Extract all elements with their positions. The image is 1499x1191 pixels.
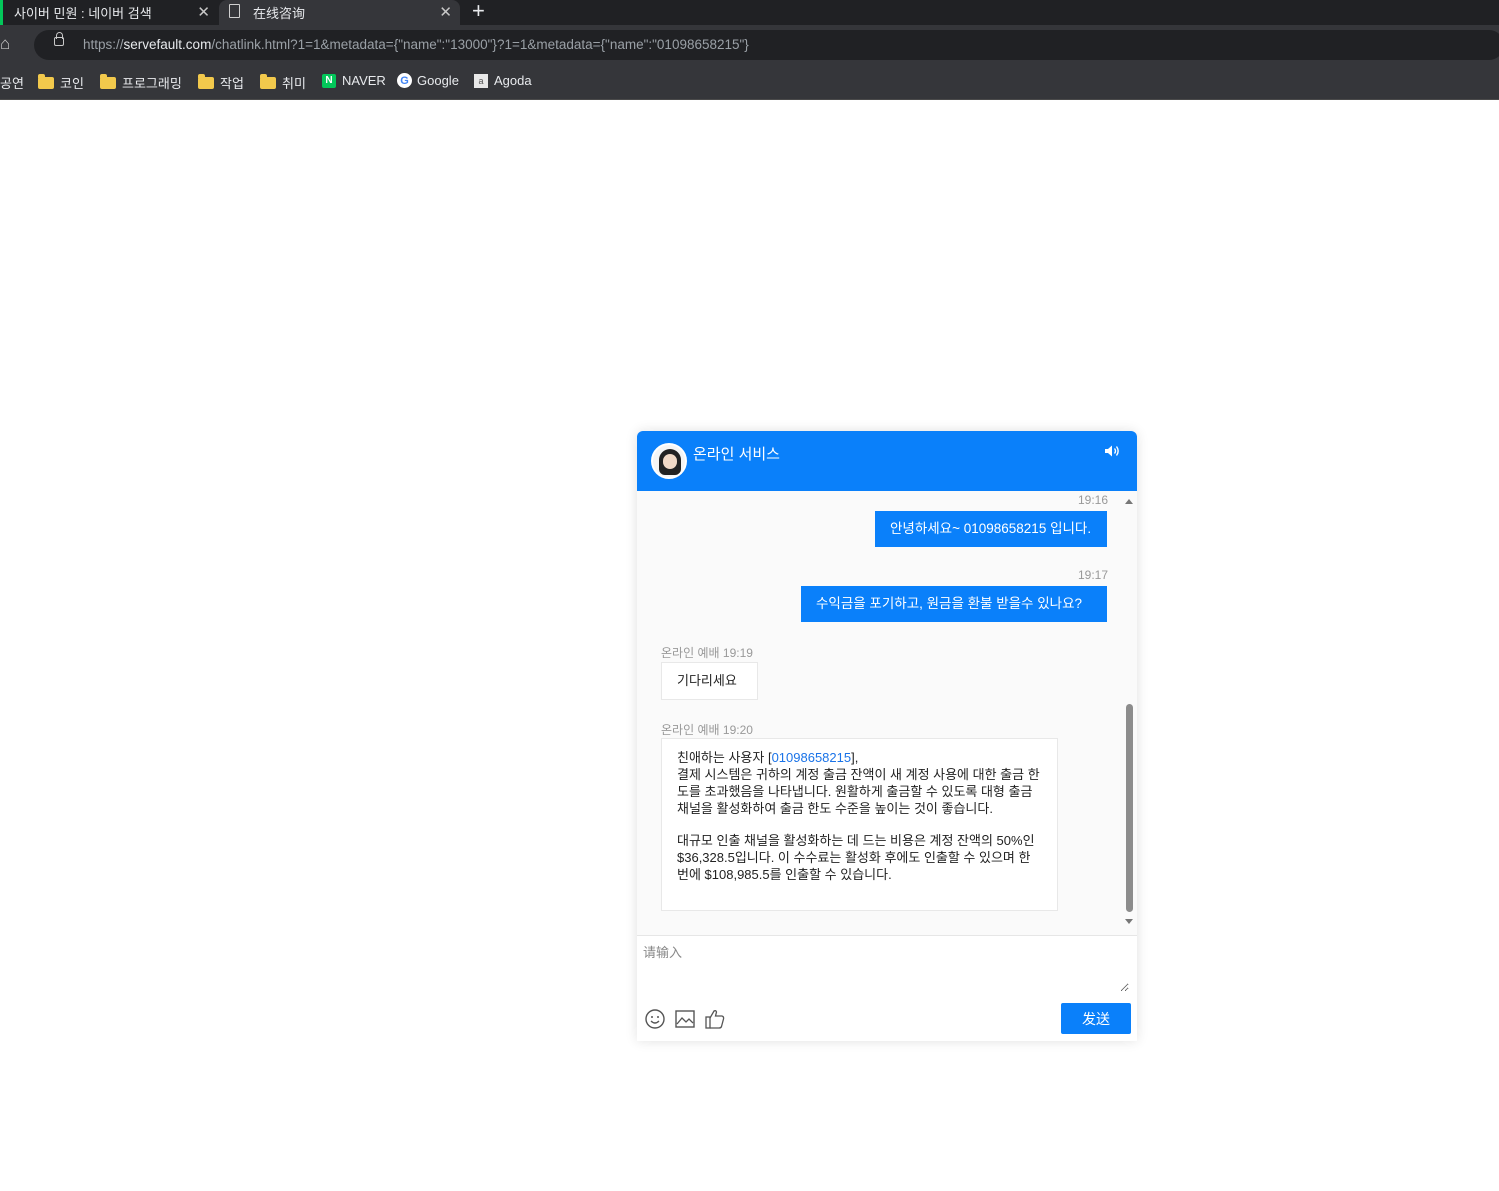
chat-widget: 온라인 서비스 19:16 안녕하세요~ 01098658215 입니다. 19… — [637, 431, 1137, 1041]
tab-online-consult[interactable]: 在线咨询 ✕ — [219, 0, 460, 25]
message-time: 19:16 — [1078, 493, 1109, 507]
bookmark-coin[interactable]: 코인 — [38, 73, 84, 92]
message-input[interactable] — [643, 942, 1129, 992]
message-time: 19:20 — [722, 723, 753, 737]
greeting-line: 친애하는 사용자 [01098658215], — [677, 750, 859, 765]
outgoing-message: 수익금을 포기하고, 원금을 환불 받을수 있나요? — [801, 586, 1107, 622]
folder-icon — [260, 73, 276, 89]
chat-header: 온라인 서비스 — [637, 431, 1137, 491]
speaker-icon[interactable] — [1104, 444, 1121, 458]
bookmark-work[interactable]: 작업 — [198, 73, 244, 92]
bookmark-agoda[interactable]: a Agoda — [474, 73, 532, 88]
bookmark-programming[interactable]: 프로그래밍 — [100, 73, 182, 92]
bookmark-performance[interactable]: 공연 — [0, 73, 24, 92]
scrollbar-thumb[interactable] — [1126, 704, 1133, 912]
url-text[interactable]: https://servefault.com/chatlink.html?1=1… — [83, 37, 749, 52]
message-time: 19:19 — [722, 646, 753, 660]
bookmark-naver[interactable]: N NAVER — [322, 73, 386, 88]
lock-icon[interactable] — [54, 32, 64, 46]
close-icon[interactable]: ✕ — [197, 3, 210, 21]
message-composer: 发送 — [637, 935, 1137, 1041]
folder-icon — [38, 73, 54, 89]
browser-tab-strip: 사이버 민원 : 네이버 검색 ✕ 在线咨询 ✕ + — [0, 0, 1499, 25]
page-icon — [229, 4, 240, 18]
sender-name: 온라인 예배 — [661, 646, 720, 660]
folder-icon — [198, 73, 214, 89]
sender-name: 온라인 예배 — [661, 723, 720, 737]
scroll-down-arrow[interactable] — [1125, 919, 1133, 924]
browser-toolbar: ⌂ https://servefault.com/chatlink.html?1… — [0, 25, 1499, 65]
tab-title: 사이버 민원 : 네이버 검색 — [14, 6, 152, 21]
bookmark-google[interactable]: G Google — [397, 73, 459, 88]
incoming-message: 친애하는 사용자 [01098658215], 결제 시스템은 귀하의 계정 출… — [661, 738, 1058, 911]
message-time: 19:17 — [1078, 568, 1109, 582]
close-icon[interactable]: ✕ — [439, 3, 452, 21]
agoda-icon: a — [474, 73, 488, 88]
new-tab-icon[interactable]: + — [472, 0, 485, 24]
tab-title: 在线咨询 — [253, 6, 306, 21]
message-paragraph: 결제 시스템은 귀하의 계정 출금 잔액이 새 계정 사용에 대한 출금 한도를… — [677, 767, 1040, 816]
naver-icon: N — [322, 73, 336, 88]
folder-icon — [100, 73, 116, 89]
address-bar[interactable]: https://servefault.com/chatlink.html?1=1… — [34, 30, 1499, 60]
agent-avatar — [651, 443, 687, 479]
message-meta: 온라인 예배 19:19 — [661, 644, 753, 661]
google-icon: G — [397, 73, 412, 88]
home-icon[interactable]: ⌂ — [0, 34, 10, 54]
bookmark-hobby[interactable]: 취미 — [260, 73, 306, 92]
message-paragraph: 대규모 인출 채널을 활성화하는 데 드는 비용은 계정 잔액의 50%인 $3… — [677, 833, 1035, 882]
emoji-icon[interactable] — [644, 1008, 666, 1030]
chat-title: 온라인 서비스 — [693, 446, 780, 463]
message-meta: 온라인 예배 19:20 — [661, 721, 753, 738]
user-id-link[interactable]: 01098658215 — [772, 750, 852, 765]
thumbs-up-icon[interactable] — [704, 1008, 726, 1030]
scroll-up-arrow[interactable] — [1125, 499, 1133, 504]
outgoing-message: 안녕하세요~ 01098658215 입니다. — [875, 511, 1107, 547]
image-icon[interactable] — [674, 1008, 696, 1030]
send-button[interactable]: 发送 — [1061, 1003, 1131, 1034]
naver-tab-accent — [0, 0, 3, 25]
bookmarks-bar: 공연 코인 프로그래밍 작업 취미 N NAVER G Google a Agoda — [0, 65, 1499, 100]
incoming-message: 기다리세요 — [661, 662, 758, 700]
message-list[interactable]: 19:16 안녕하세요~ 01098658215 입니다. 19:17 수익금을… — [637, 491, 1137, 935]
tab-naver-search[interactable]: 사이버 민원 : 네이버 검색 ✕ — [0, 0, 218, 25]
